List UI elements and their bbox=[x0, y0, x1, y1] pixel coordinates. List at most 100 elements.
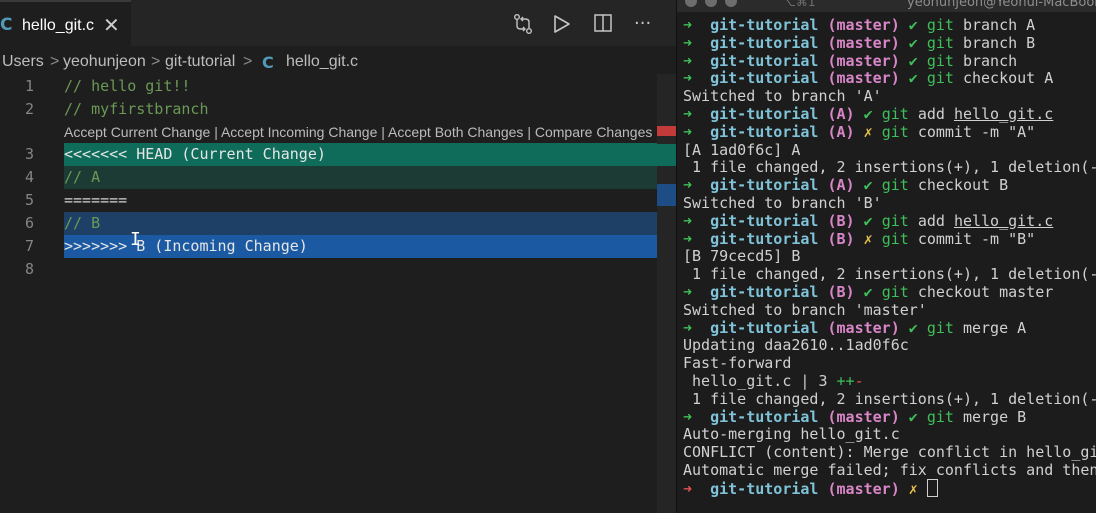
prompt-branch: (master) bbox=[827, 33, 900, 52]
prompt-arrow-icon: ➜ bbox=[683, 105, 693, 123]
code-text: // A bbox=[64, 168, 101, 186]
terminal-line: ➜ git-tutorial (A) ✔ git checkout B bbox=[683, 176, 1008, 194]
code-line[interactable]: 7 >>>>>>> B (Incoming Change) bbox=[0, 235, 676, 258]
prompt-arrow-icon: ➜ bbox=[683, 407, 693, 426]
code-text: // myfirstbranch bbox=[64, 100, 209, 118]
code-line[interactable]: 2 // myfirstbranch bbox=[0, 98, 676, 121]
terminal-line: hello_git.c | 3 ++- bbox=[683, 372, 864, 390]
output-text: Switched to branch 'master' bbox=[683, 300, 927, 319]
output-text: Auto-merging hello_git.c bbox=[683, 425, 900, 444]
git-command: git bbox=[926, 51, 954, 70]
terminal-line: Updating daa2610..1ad0f6c bbox=[683, 336, 909, 354]
command-file-arg: hello_git.c bbox=[953, 211, 1054, 230]
code-text: >>>>>>> B (Incoming Change) bbox=[64, 237, 308, 255]
terminal-line: [B 79cecd5] B bbox=[683, 247, 800, 265]
terminal-line: ➜ git-tutorial (B) ✔ git add hello_git.c bbox=[683, 212, 1053, 230]
clean-status-icon: ✔ bbox=[908, 51, 918, 70]
line-number: 6 bbox=[24, 214, 34, 232]
terminal[interactable]: ⌥⌘1 yeohunjeon@Yeohui-MacBookPro ➜ git-t… bbox=[676, 0, 1096, 513]
command-file-arg: hello_git.c bbox=[953, 105, 1054, 123]
code-line[interactable]: 5 ======= bbox=[0, 189, 676, 212]
clean-status-icon: ✔ bbox=[908, 69, 918, 88]
tab-hello-git-c[interactable]: C hello_git.c ✕ bbox=[0, 0, 131, 46]
terminal-line: CONFLICT (content): Merge conflict in he… bbox=[683, 443, 1096, 461]
git-command: git bbox=[926, 318, 954, 337]
prompt-branch: (B) bbox=[827, 211, 855, 230]
prompt-arrow-icon: ➜ bbox=[683, 283, 693, 301]
prompt-branch: (master) bbox=[827, 51, 900, 70]
close-icon[interactable]: ✕ bbox=[103, 13, 120, 38]
command-args: merge A bbox=[962, 318, 1027, 337]
code-line[interactable]: 6 // B bbox=[0, 212, 676, 235]
overview-ruler[interactable] bbox=[657, 74, 676, 513]
terminal-cursor bbox=[926, 478, 938, 497]
breadcrumb-users[interactable]: Users bbox=[2, 53, 44, 71]
current-change-highlight bbox=[64, 166, 676, 189]
terminal-titlebar: ⌥⌘1 yeohunjeon@Yeohui-MacBookPro bbox=[677, 0, 1096, 12]
terminal-line: [A 1ad0f6c] A bbox=[683, 141, 800, 159]
merge-conflict-codelens[interactable]: Accept Current Change | Accept Incoming … bbox=[64, 124, 652, 140]
output-text: Updating daa2610..1ad0f6c bbox=[683, 336, 909, 355]
output-text: [A 1ad0f6c] A bbox=[683, 140, 801, 159]
terminal-line: ➜ git-tutorial (B) ✗ git commit -m "B" bbox=[683, 230, 1035, 248]
code-text: ======= bbox=[64, 191, 128, 209]
breadcrumb-git-tutorial[interactable]: git-tutorial bbox=[165, 53, 235, 71]
code-line[interactable]: 3 <<<<<<< HEAD (Current Change) bbox=[0, 143, 676, 166]
split-editor-icon[interactable] bbox=[593, 13, 613, 33]
line-number: 7 bbox=[24, 237, 34, 255]
prompt-branch: (master) bbox=[827, 16, 900, 34]
output-text: 1 file changed, 2 insertions(+), 1 delet… bbox=[683, 158, 1096, 177]
terminal-line: ➜ git-tutorial (master) ✔ git merge A bbox=[683, 319, 1026, 337]
minimize-window-button[interactable] bbox=[705, 0, 717, 7]
prompt-branch: (master) bbox=[827, 69, 900, 88]
code-text: <<<<<<< HEAD (Current Change) bbox=[64, 145, 326, 163]
terminal-line: Switched to branch 'B' bbox=[683, 194, 882, 212]
ruler-incoming-mark bbox=[657, 184, 676, 206]
clean-status-icon: ✔ bbox=[863, 283, 873, 301]
output-text: [B 79cecd5] B bbox=[683, 247, 801, 266]
clean-status-icon: ✔ bbox=[908, 33, 918, 52]
prompt-branch: (A) bbox=[827, 122, 855, 141]
compare-changes-icon[interactable] bbox=[512, 13, 534, 35]
prompt-arrow-icon: ➜ bbox=[683, 318, 693, 337]
clean-status-icon: ✔ bbox=[908, 318, 918, 337]
command-args: add bbox=[917, 105, 954, 123]
more-actions-icon[interactable]: ··· bbox=[634, 13, 651, 34]
terminal-line: 1 file changed, 2 insertions(+), 1 delet… bbox=[683, 390, 1096, 408]
zoom-window-button[interactable] bbox=[725, 0, 737, 7]
command-args: add bbox=[917, 211, 954, 230]
prompt-arrow-icon: ➜ bbox=[683, 33, 693, 52]
prompt-directory: git-tutorial bbox=[710, 229, 819, 248]
line-number: 1 bbox=[24, 77, 34, 95]
line-number: 3 bbox=[24, 145, 34, 163]
run-icon[interactable] bbox=[552, 13, 572, 35]
close-window-button[interactable] bbox=[685, 0, 697, 7]
git-command: git bbox=[926, 407, 954, 426]
terminal-line: ➜ git-tutorial (A) ✗ git commit -m "A" bbox=[683, 123, 1035, 141]
mouse-ibeam-cursor-icon: I bbox=[130, 229, 141, 250]
prompt-directory: git-tutorial bbox=[710, 318, 819, 337]
terminal-line: Automatic merge failed; fix conflicts an… bbox=[683, 461, 1096, 479]
terminal-line: ➜ git-tutorial (master) ✔ git branch B bbox=[683, 34, 1035, 52]
clean-status-icon: ✔ bbox=[863, 176, 873, 195]
terminal-shortcut: ⌥⌘1 bbox=[782, 0, 816, 9]
command-args: checkout A bbox=[962, 69, 1054, 88]
incoming-change-highlight bbox=[64, 212, 676, 235]
git-command: git bbox=[881, 283, 909, 301]
prompt-arrow-icon: ➜ bbox=[683, 211, 693, 230]
breadcrumb-file[interactable]: hello_git.c bbox=[286, 53, 358, 71]
terminal-line: ➜ git-tutorial (B) ✔ git checkout master bbox=[683, 283, 1053, 301]
code-line[interactable]: 4 // A bbox=[0, 166, 676, 189]
code-line[interactable]: 8 bbox=[0, 258, 676, 281]
terminal-line: Switched to branch 'master' bbox=[683, 301, 927, 319]
tab-label: hello_git.c bbox=[22, 17, 95, 34]
terminal-line: 1 file changed, 2 insertions(+), 1 delet… bbox=[683, 265, 1096, 283]
output-text: Switched to branch 'B' bbox=[683, 194, 882, 212]
terminal-line: ➜ git-tutorial (master) ✔ git checkout A bbox=[683, 69, 1053, 87]
line-number: 2 bbox=[24, 100, 34, 118]
prompt-arrow-icon: ➜ bbox=[683, 69, 693, 88]
terminal-line: ➜ git-tutorial (master) ✔ git merge B bbox=[683, 408, 1026, 426]
prompt-arrow-icon: ➜ bbox=[683, 479, 693, 498]
code-line[interactable]: 1 // hello git!! bbox=[0, 75, 676, 98]
breadcrumb-yeohunjeon[interactable]: yeohunjeon bbox=[63, 53, 146, 71]
